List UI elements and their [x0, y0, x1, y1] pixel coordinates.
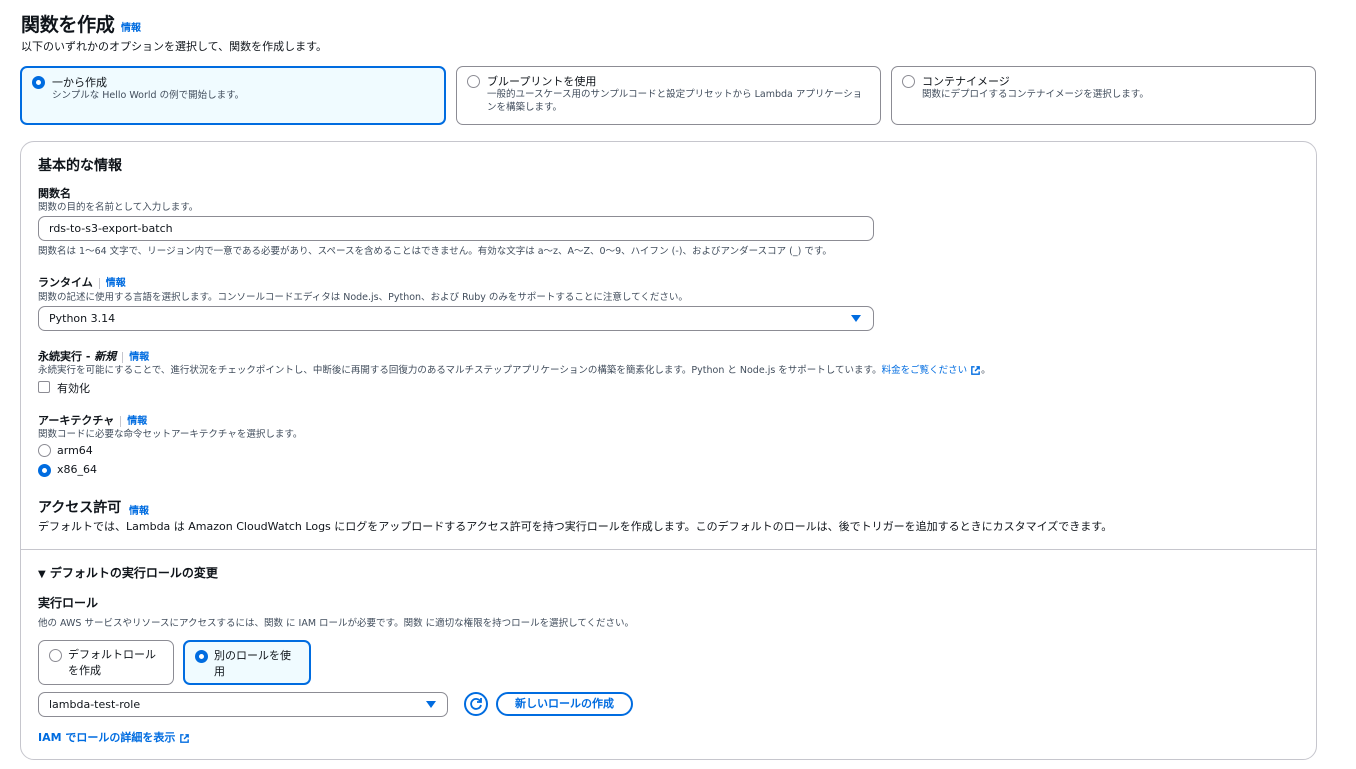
option-description: 関数にデプロイするコンテナイメージを選択します。: [922, 89, 1149, 100]
role-option-line1: 別のロールを使: [214, 649, 291, 662]
external-link-icon: [180, 733, 190, 743]
divider: [21, 549, 1316, 550]
info-link[interactable]: 情報: [121, 19, 141, 34]
role-option-line2: を作成: [68, 664, 101, 677]
runtime-info-link[interactable]: 情報: [106, 278, 126, 289]
separator: [98, 277, 100, 289]
separator: [120, 415, 122, 427]
runtime-description: 関数の記述に使用する言語を選択します。コンソールコードエディタは Node.js…: [38, 292, 688, 303]
option-title: 一から作成: [52, 76, 107, 89]
arch-option-arm64: arm64: [57, 444, 93, 457]
durable-enable-checkbox[interactable]: [38, 381, 50, 393]
option-description: 一般的ユースケース用のサンプルコードと設定プリセットから Lambda アプリケ…: [487, 88, 862, 114]
radio-arm64[interactable]: [38, 444, 51, 457]
permissions-heading: アクセス許可: [38, 500, 122, 516]
option-title: コンテナイメージ: [922, 75, 1010, 88]
durable-description: 永続実行を可能にすることで、進行状況をチェックポイントし、中断後に再開する回復力…: [38, 365, 882, 376]
radio-use-blueprint[interactable]: [467, 75, 480, 88]
role-option-label: デフォルトロール を作成: [68, 647, 156, 679]
radio-x86-64[interactable]: [38, 464, 51, 477]
caret-down-icon: ▼: [38, 569, 46, 580]
permissions-description: デフォルトでは、Lambda は Amazon CloudWatch Logs …: [38, 520, 1113, 533]
role-option-line2: 用: [214, 665, 225, 678]
section-heading: 基本的な情報: [38, 158, 122, 174]
durable-description-row: 永続実行を可能にすることで、進行状況をチェックポイントし、中断後に再開する回復力…: [38, 365, 991, 376]
role-option-create-default[interactable]: デフォルトロール を作成: [38, 640, 174, 685]
role-option-line1: デフォルトロール: [68, 648, 156, 661]
runtime-label-row: ランタイム 情報: [38, 274, 126, 290]
pricing-link[interactable]: 料金をご覧ください: [882, 365, 968, 376]
role-toggle-label: デフォルトの実行ロールの変更: [49, 566, 218, 580]
architecture-description: 関数コードに必要な命令セットアーキテクチャを選択します。: [38, 429, 303, 440]
existing-role-value: lambda-test-role: [49, 698, 141, 711]
refresh-icon: [470, 698, 482, 710]
radio-author-from-scratch[interactable]: [32, 76, 45, 89]
function-name-input[interactable]: rds-to-s3-export-batch: [38, 216, 874, 241]
external-link-icon: [971, 366, 980, 375]
option-description-line2: ンを構築します。: [487, 102, 563, 113]
iam-link-text: IAM でロールの詳細を表示: [38, 731, 176, 744]
execution-role-heading: 実行ロール: [38, 596, 99, 610]
function-name-constraint: 関数名は 1〜64 文字で、リージョン内で一意である必要があり、スペースを含める…: [38, 246, 832, 257]
option-description-line1: 一般的ユースケース用のサンプルコードと設定プリセットから Lambda アプリケ…: [487, 89, 863, 100]
option-author-from-scratch[interactable]: 一から作成 シンプルな Hello World の例で開始します。: [20, 66, 446, 125]
existing-role-select[interactable]: lambda-test-role: [38, 692, 448, 717]
durable-enable-label: 有効化: [57, 382, 90, 395]
separator: [122, 351, 124, 363]
radio-use-existing-role[interactable]: [195, 650, 208, 663]
role-option-label: 別のロールを使用: [214, 648, 291, 680]
option-container-image[interactable]: コンテナイメージ 関数にデプロイするコンテナイメージを選択します。: [891, 66, 1316, 125]
page-title: 関数を作成: [21, 14, 115, 36]
chevron-down-icon: [851, 315, 861, 322]
radio-container-image[interactable]: [902, 75, 915, 88]
iam-role-details-link[interactable]: IAM でロールの詳細を表示: [38, 729, 190, 745]
runtime-value: Python 3.14: [49, 312, 116, 325]
page-description: 以下のいずれかのオプションを選択して、関数を作成します。: [21, 40, 328, 53]
function-name-description: 関数の目的を名前として入力します。: [38, 202, 199, 213]
role-toggle[interactable]: ▼ デフォルトの実行ロールの変更: [38, 564, 218, 581]
runtime-label: ランタイム: [38, 276, 93, 289]
option-title: ブループリントを使用: [487, 75, 597, 88]
runtime-select[interactable]: Python 3.14: [38, 306, 874, 331]
execution-role-description: 他の AWS サービスやリソースにアクセスするには、関数 に IAM ロールが必…: [38, 618, 635, 629]
radio-create-default-role[interactable]: [49, 649, 62, 662]
permissions-info-link[interactable]: 情報: [129, 502, 149, 517]
create-new-role-button[interactable]: 新しいロールの作成: [496, 692, 633, 716]
option-use-blueprint[interactable]: ブループリントを使用 一般的ユースケース用のサンプルコードと設定プリセットから …: [456, 66, 881, 125]
option-description: シンプルな Hello World の例で開始します。: [52, 90, 245, 101]
role-option-use-existing[interactable]: 別のロールを使用: [183, 640, 311, 685]
arch-option-x86-64: x86_64: [57, 463, 98, 476]
refresh-button[interactable]: [464, 692, 488, 716]
chevron-down-icon: [426, 701, 436, 708]
